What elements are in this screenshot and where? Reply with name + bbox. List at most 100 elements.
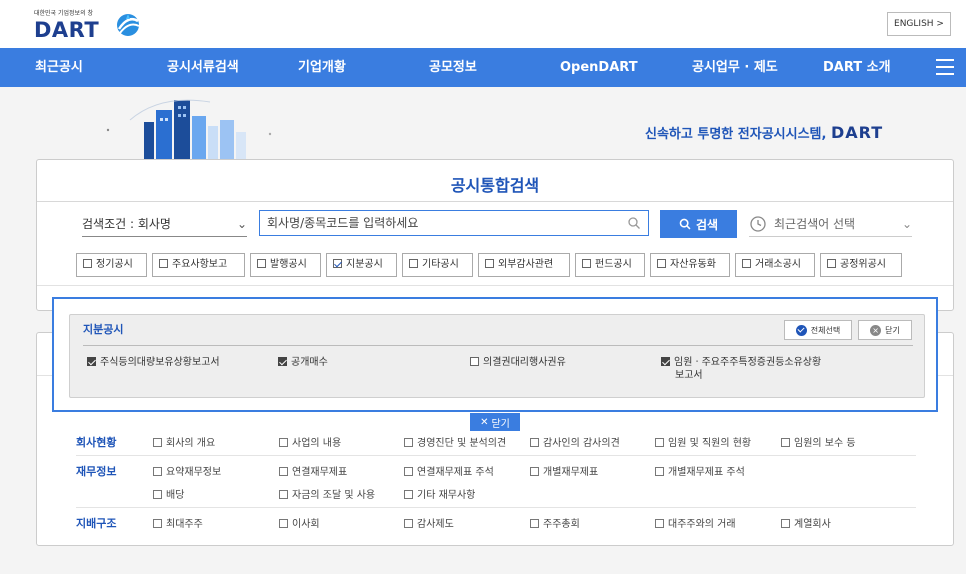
checkbox[interactable]: [742, 259, 751, 268]
item-business-content[interactable]: 사업의 내용: [279, 434, 341, 449]
item-other-financial[interactable]: 기타 재무사항: [404, 486, 475, 501]
option-tender-offer[interactable]: 공개매수: [278, 356, 328, 369]
checkbox[interactable]: [279, 490, 288, 499]
checkbox[interactable]: [404, 490, 413, 499]
item-management-analysis[interactable]: 경영진단 및 분석의견: [404, 434, 506, 449]
checkbox[interactable]: [530, 467, 539, 476]
tab-major-report[interactable]: 주요사항보고: [152, 253, 245, 277]
checkbox[interactable]: [279, 519, 288, 528]
nav-disclosure-system[interactable]: 공시업무 · 제도: [692, 48, 778, 87]
item-consolidated-fs[interactable]: 연결재무제표: [279, 463, 347, 478]
group-financial-info: 재무정보: [76, 465, 117, 478]
checkbox[interactable]: [153, 519, 162, 528]
slogan-text: 신속하고 투명한 전자공시시스템,: [645, 127, 827, 142]
item-executives-staff[interactable]: 임원 및 직원의 현황: [655, 434, 751, 449]
group-governance: 지배구조: [76, 517, 117, 530]
recent-label: 최근검색어 선택: [774, 217, 856, 231]
recent-search-select[interactable]: 최근검색어 선택 ⌄: [749, 211, 912, 237]
nav-opendart[interactable]: OpenDART: [560, 48, 638, 87]
option-large-holding-report[interactable]: 주식등의대량보유상황보고서: [87, 356, 220, 369]
checkbox[interactable]: [655, 519, 664, 528]
option-proxy-solicitation[interactable]: 의결권대리행사권유: [470, 356, 566, 369]
group-company-status: 회사현황: [76, 436, 117, 449]
item-funding-usage[interactable]: 자금의 조달 및 사용: [279, 486, 375, 501]
item-executive-pay[interactable]: 임원의 보수 등: [781, 434, 856, 449]
nav-document-search[interactable]: 공시서류검색: [167, 48, 239, 87]
item-summary-financials[interactable]: 요약재무정보: [153, 463, 221, 478]
item-affiliates[interactable]: 계열회사: [781, 515, 831, 530]
checkbox-checked[interactable]: [661, 357, 670, 366]
popup-collapse-button[interactable]: ✕ 닫기: [470, 413, 520, 431]
main-nav: 최근공시 공시서류검색 기업개황 공모정보 OpenDART 공시업무 · 제도…: [0, 48, 966, 87]
item-largest-shareholder[interactable]: 최대주주: [153, 515, 203, 530]
checkbox[interactable]: [153, 490, 162, 499]
checkbox[interactable]: [827, 259, 836, 268]
tab-external-audit[interactable]: 외부감사관련: [478, 253, 570, 277]
item-auditor-opinion[interactable]: 감사인의 감사의견: [530, 434, 620, 449]
item-consolidated-notes[interactable]: 연결재무제표 주석: [404, 463, 494, 478]
dart-logo[interactable]: 대한민국 기업정보의 창 DART: [34, 8, 154, 42]
checkbox-checked[interactable]: [278, 357, 287, 366]
popup-divider: [83, 345, 913, 346]
nav-offering-info[interactable]: 공모정보: [429, 48, 477, 87]
option-executive-ownership[interactable]: 임원ㆍ주요주주특정증권등소유상황 보고서: [661, 356, 821, 382]
tab-other[interactable]: 기타공시: [402, 253, 473, 277]
checkbox[interactable]: [404, 467, 413, 476]
checkbox-checked[interactable]: [333, 259, 342, 268]
tab-fund[interactable]: 펀드공시: [575, 253, 645, 277]
search-input[interactable]: [259, 210, 649, 236]
nav-dart-about[interactable]: DART 소개: [823, 48, 891, 87]
item-board[interactable]: 이사회: [279, 515, 320, 530]
nav-company-overview[interactable]: 기업개황: [298, 48, 346, 87]
checkbox[interactable]: [159, 259, 168, 268]
checkbox[interactable]: [530, 438, 539, 447]
tab-issuance[interactable]: 발행공시: [250, 253, 321, 277]
checkbox[interactable]: [153, 438, 162, 447]
popup-close-button[interactable]: × 닫기: [858, 320, 912, 340]
item-shareholders-meeting[interactable]: 주주총회: [530, 515, 580, 530]
checkbox[interactable]: [781, 519, 790, 528]
select-all-button[interactable]: 전체선택: [784, 320, 852, 340]
item-major-shareholder-transactions[interactable]: 대주주와의 거래: [655, 515, 736, 530]
checkbox[interactable]: [83, 259, 92, 268]
checkbox[interactable]: [657, 259, 666, 268]
checkbox[interactable]: [655, 467, 664, 476]
panel-divider: [37, 201, 953, 202]
tab-label: 공정위공시: [840, 259, 886, 270]
item-company-overview[interactable]: 회사의 개요: [153, 434, 215, 449]
search-condition-select[interactable]: 검색조건 : 회사명 ⌄: [82, 211, 247, 237]
checkbox[interactable]: [153, 467, 162, 476]
top-header: 대한민국 기업정보의 창 DART ENGLISH >: [0, 0, 966, 48]
logo-text: DART: [34, 18, 100, 42]
tab-asset-securitization[interactable]: 자산유동화: [650, 253, 730, 277]
item-dividends[interactable]: 배당: [153, 486, 184, 501]
checkbox[interactable]: [781, 438, 790, 447]
search-button[interactable]: 검색: [660, 210, 737, 238]
checkbox[interactable]: [404, 519, 413, 528]
english-button[interactable]: ENGLISH >: [887, 12, 951, 36]
tab-ftc[interactable]: 공정위공시: [820, 253, 902, 277]
checkbox[interactable]: [530, 519, 539, 528]
checkbox-checked[interactable]: [87, 357, 96, 366]
tab-equity[interactable]: 지분공시: [326, 253, 397, 277]
hamburger-menu-icon[interactable]: [936, 59, 954, 75]
item-audit-system[interactable]: 감사제도: [404, 515, 454, 530]
checkbox[interactable]: [470, 357, 479, 366]
checkbox[interactable]: [404, 438, 413, 447]
checkbox[interactable]: [582, 259, 591, 268]
item-separate-fs[interactable]: 개별재무제표: [530, 463, 598, 478]
checkbox[interactable]: [279, 467, 288, 476]
nav-recent-disclosure[interactable]: 최근공시: [35, 48, 83, 87]
tab-exchange[interactable]: 거래소공시: [735, 253, 815, 277]
checkbox[interactable]: [279, 438, 288, 447]
checkbox[interactable]: [485, 259, 494, 268]
item-label: 자금의 조달 및 사용: [292, 490, 376, 501]
checkbox[interactable]: [257, 259, 266, 268]
tabs-divider: [37, 285, 953, 286]
item-label: 요약재무정보: [166, 467, 222, 478]
search-icon[interactable]: [627, 216, 641, 230]
checkbox[interactable]: [409, 259, 418, 268]
checkbox[interactable]: [655, 438, 664, 447]
item-separate-notes[interactable]: 개별재무제표 주석: [655, 463, 745, 478]
tab-regular[interactable]: 정기공시: [76, 253, 147, 277]
